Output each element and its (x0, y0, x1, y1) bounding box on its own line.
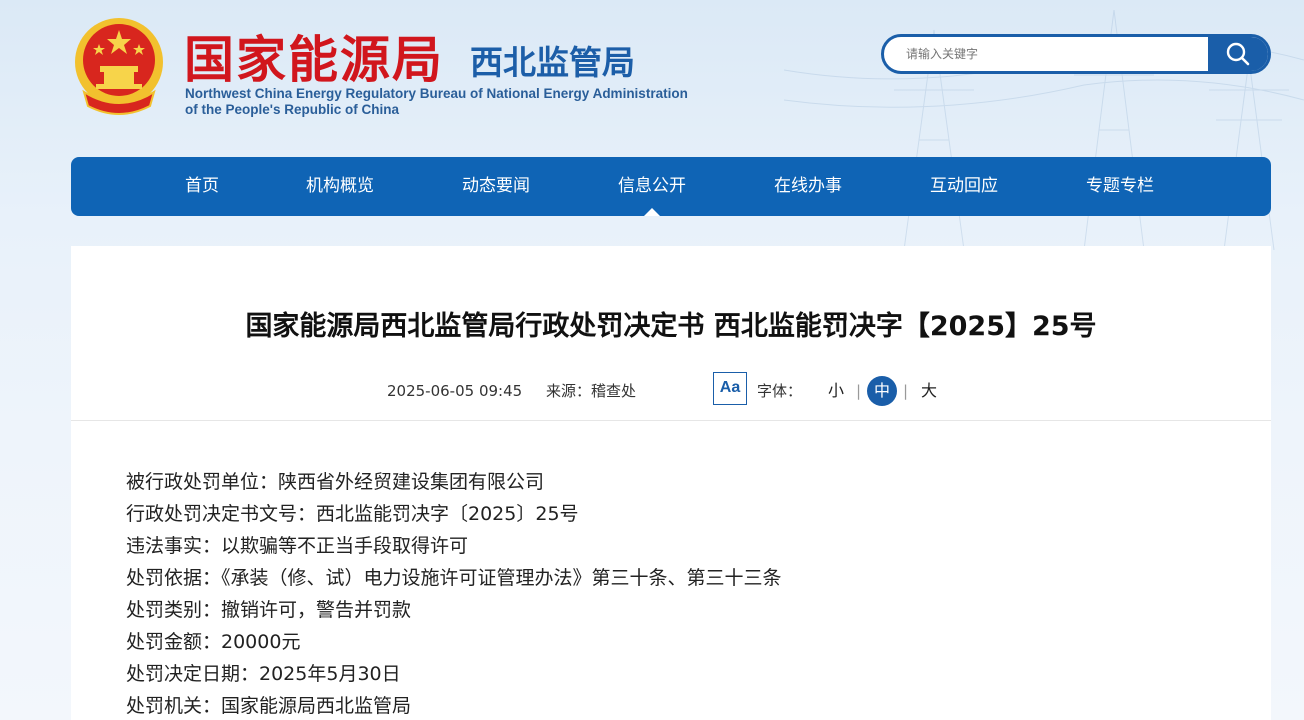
search-icon (1226, 42, 1250, 66)
article-line: 违法事实：以欺骗等不正当手段取得许可 (126, 535, 469, 557)
nav-item-info-disclosure[interactable]: 信息公开 (582, 157, 722, 216)
search-box (881, 34, 1271, 74)
font-medium-button[interactable]: 中 (867, 376, 897, 406)
logo-english-line-1: Northwest China Energy Regulatory Bureau… (185, 86, 688, 101)
article-panel: 国家能源局西北监管局行政处罚决定书 西北监能罚决字【2025】25号 2025-… (71, 246, 1271, 720)
article-line: 行政处罚决定书文号：西北监能罚决字〔2025〕25号 (126, 503, 579, 525)
article-line: 处罚类别：撤销许可，警告并罚款 (126, 599, 412, 621)
article-line: 处罚依据：《承装（修、试）电力设施许可证管理办法》第三十条、第三十三条 (126, 567, 782, 589)
national-emblem-icon (75, 18, 163, 115)
nav-item-news[interactable]: 动态要闻 (426, 157, 566, 216)
article-title: 国家能源局西北监管局行政处罚决定书 西北监能罚决字【2025】25号 (245, 311, 1097, 342)
meta-divider (71, 420, 1271, 421)
logo-english-line-2: of the People's Republic of China (185, 102, 399, 117)
article-body: 被行政处罚单位：陕西省外经贸建设集团有限公司 行政处罚决定书文号：西北监能罚决字… (126, 466, 1226, 720)
nav-item-special-topics[interactable]: 专题专栏 (1050, 157, 1190, 216)
article-date: 2025-06-05 09:45 (387, 382, 523, 400)
article-line: 处罚机关：国家能源局西北监管局 (126, 695, 412, 717)
article-line: 处罚金额：20000元 (126, 631, 301, 653)
nav-item-overview[interactable]: 机构概览 (270, 157, 410, 216)
nav-item-home[interactable]: 首页 (132, 157, 272, 216)
font-small-button[interactable]: 小 (828, 374, 844, 408)
search-button[interactable] (1208, 37, 1268, 71)
article-line: 被行政处罚单位：陕西省外经贸建设集团有限公司 (126, 471, 545, 493)
article-line: 处罚决定日期：2025年5月30日 (126, 663, 401, 685)
font-separator: | (856, 382, 862, 400)
nav-item-online-services[interactable]: 在线办事 (738, 157, 878, 216)
site-logo-title[interactable]: 国家能源局 (184, 20, 444, 92)
font-separator: | (903, 382, 909, 400)
font-size-icon: Aa (713, 372, 747, 405)
main-nav: 首页 机构概览 动态要闻 信息公开 在线办事 互动回应 专题专栏 (71, 157, 1271, 216)
site-logo-subtitle[interactable]: 西北监管局 (470, 36, 635, 84)
search-input[interactable] (884, 37, 1210, 71)
article-source: 来源：稽查处 (546, 382, 637, 400)
nav-item-interaction[interactable]: 互动回应 (894, 157, 1034, 216)
site-logo-english: Northwest China Energy Regulatory Bureau… (185, 86, 745, 118)
font-size-label: 字体： (757, 382, 803, 400)
font-large-button[interactable]: 大 (921, 374, 937, 408)
